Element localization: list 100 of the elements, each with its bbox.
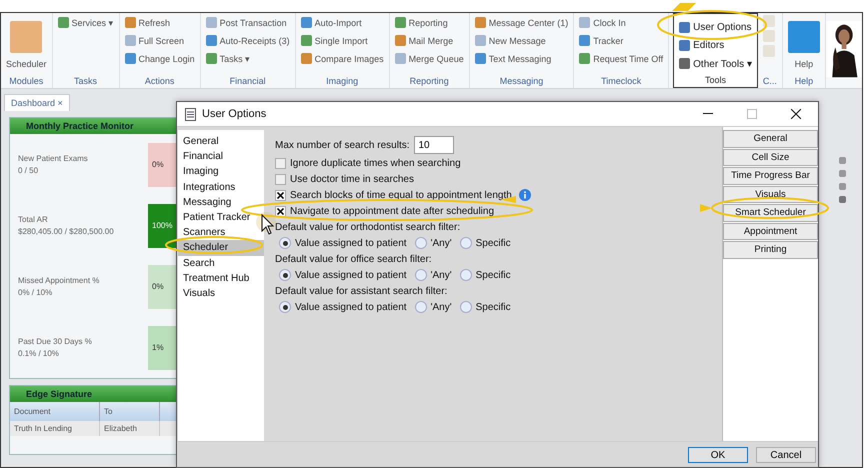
group-label: C...: [762, 76, 777, 88]
radio-label: 'Any': [430, 302, 452, 312]
group-label: Timeclock: [600, 76, 642, 88]
dialog-button[interactable]: Cancel: [756, 447, 816, 463]
command-icon: [474, 53, 486, 64]
field-label: Max number of search results:: [275, 140, 410, 150]
group-label: Messaging: [498, 76, 544, 88]
metric-label: New Patient Exams 0 / 50: [17, 152, 89, 176]
minimize-icon: [703, 113, 713, 115]
section-button[interactable]: Appointment: [723, 222, 818, 240]
radio-button[interactable]: [279, 237, 291, 249]
ribbon-command[interactable]: Editors: [679, 38, 724, 53]
radio-button[interactable]: [460, 237, 472, 249]
max-results-field[interactable]: 10: [414, 136, 454, 154]
command-icon: [124, 53, 136, 64]
group-label: Reporting: [408, 76, 450, 88]
ribbon-command[interactable]: Tasks ▾: [206, 51, 250, 66]
radio-button[interactable]: [460, 301, 472, 313]
command-icon: [206, 17, 217, 28]
radio-button[interactable]: [460, 269, 472, 281]
command-icon: [579, 35, 590, 46]
command-icon: [394, 35, 406, 46]
radio-label: Value assigned to patient: [295, 270, 407, 280]
checkbox-label: Search blocks of time equal to appointment length: [290, 190, 512, 200]
ribbon-command[interactable]: Other Tools ▾: [679, 56, 752, 71]
checkbox[interactable]: [275, 158, 286, 168]
command-icon[interactable]: [762, 45, 775, 57]
ribbon-command[interactable]: Help: [794, 56, 814, 71]
ribbon-command[interactable]: Post Transaction: [206, 15, 287, 30]
ribbon-command[interactable]: New Message: [474, 33, 546, 48]
command-icon: [474, 17, 486, 28]
radio-label: 'Any': [430, 270, 452, 280]
dialog-button[interactable]: OK: [688, 447, 748, 463]
close-icon: [791, 109, 801, 119]
command-icon: [300, 35, 312, 46]
info-icon[interactable]: [518, 189, 531, 201]
radio-button[interactable]: [279, 269, 291, 281]
checkbox-label: Use doctor time in searches: [290, 174, 414, 184]
table-cell: Truth In Lending: [10, 421, 100, 436]
section-button[interactable]: Printing: [723, 241, 818, 258]
command-icon: [300, 53, 312, 64]
ribbon-command[interactable]: Text Messaging: [474, 51, 552, 66]
ribbon-command[interactable]: Change Login: [124, 51, 195, 66]
command-icon: [679, 58, 690, 69]
ribbon-command[interactable]: Single Import: [300, 33, 368, 48]
group-label: Tasks: [73, 76, 98, 88]
group-label: Modules: [8, 76, 44, 88]
ribbon-command[interactable]: Compare Images: [300, 51, 384, 66]
command-icon: [579, 53, 590, 64]
command-icon: [579, 17, 590, 28]
group-label: Tools: [704, 75, 728, 87]
ribbon-command[interactable]: Reporting: [394, 15, 448, 30]
checkbox[interactable]: [275, 206, 286, 216]
radio-label: 'Any': [430, 238, 452, 248]
checkbox-label: Navigate to appointment date after scheduling: [290, 206, 494, 216]
section-button[interactable]: Time Progress Bar: [723, 167, 818, 184]
radio-button[interactable]: [414, 269, 427, 281]
ribbon-command[interactable]: Clock In: [579, 15, 626, 30]
ribbon-command[interactable]: Message Center (1): [474, 15, 568, 30]
radio-button[interactable]: [414, 301, 427, 313]
section-button[interactable]: General: [723, 130, 818, 148]
ribbon-command[interactable]: Refresh: [124, 15, 170, 30]
filter-label: Default value for office search filter:: [275, 254, 432, 264]
command-icon[interactable]: [762, 30, 775, 42]
ribbon-command[interactable]: Services ▾: [58, 15, 114, 30]
radio-button[interactable]: [414, 237, 427, 249]
command-icon: [300, 17, 312, 28]
command-icon: [679, 22, 690, 33]
group-label: Help: [794, 76, 814, 88]
command-icon: [206, 53, 217, 64]
command-icon: [58, 17, 69, 28]
ribbon-command[interactable]: Auto-Import: [300, 15, 362, 30]
app-icon[interactable]: [10, 21, 42, 53]
command-icon: [206, 35, 217, 46]
radio-label: Specific: [476, 302, 511, 312]
radio-label: Value assigned to patient: [295, 238, 407, 248]
checkbox[interactable]: [275, 190, 286, 200]
ribbon-command[interactable]: Full Screen: [124, 33, 184, 48]
document-tab[interactable]: Dashboard ×: [4, 94, 70, 111]
checkbox[interactable]: [275, 174, 286, 184]
table-cell: Elizabeth: [100, 421, 160, 436]
app-icon[interactable]: [788, 21, 820, 53]
ribbon-command[interactable]: Auto-Receipts (3): [206, 33, 290, 48]
filter-label: Default value for orthodontist search filter:: [275, 222, 460, 232]
radio-label: Value assigned to patient: [295, 302, 407, 312]
ribbon-command[interactable]: Tracker: [579, 33, 624, 48]
window-title: User Options: [202, 108, 266, 120]
ribbon-command[interactable]: User Options: [679, 20, 752, 35]
metric-label: Past Due 30 Days % 0.1% / 10%: [17, 336, 93, 360]
radio-label: Specific: [476, 270, 511, 280]
radio-button[interactable]: [279, 301, 291, 313]
callout-arrow: [700, 204, 712, 212]
ribbon-command[interactable]: Scheduler: [6, 56, 47, 71]
ribbon-command[interactable]: Mail Merge: [394, 33, 454, 48]
ribbon-command[interactable]: Request Time Off: [579, 51, 664, 66]
checkbox-label: Ignore duplicate times when searching: [290, 158, 461, 168]
ribbon-command[interactable]: Merge Queue: [394, 51, 464, 66]
metric-label: Total AR $280,405.00 / $280,500.00: [17, 214, 115, 238]
column-header: To: [100, 402, 160, 421]
section-button[interactable]: Cell Size: [723, 148, 818, 166]
